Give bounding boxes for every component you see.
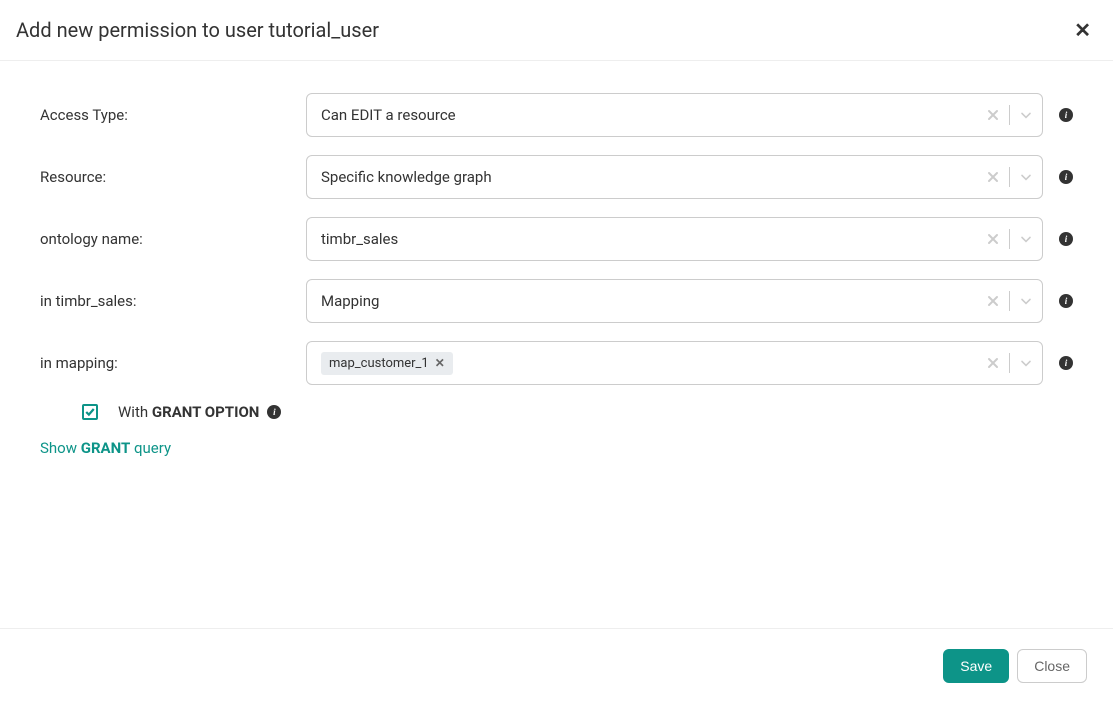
select-controls (985, 353, 1034, 373)
label-ontology-name: ontology name: (40, 230, 290, 248)
info-icon[interactable]: i (267, 405, 281, 419)
row-ontology-name: ontology name: timbr_sales i (40, 217, 1073, 261)
show-query-prefix: Show (40, 439, 81, 457)
select-in-ontology[interactable]: Mapping (306, 279, 1043, 323)
grant-prefix: With (118, 403, 152, 421)
info-icon[interactable]: i (1059, 294, 1073, 308)
grant-option-row: With GRANT OPTION i (40, 403, 1073, 421)
modal-header: Add new permission to user tutorial_user… (0, 0, 1113, 61)
row-access-type: Access Type: Can EDIT a resource i (40, 93, 1073, 137)
separator (1009, 105, 1010, 125)
modal-footer: Save Close (0, 628, 1113, 703)
modal-body: Access Type: Can EDIT a resource i Resou… (0, 61, 1113, 628)
tag-remove-icon[interactable]: ✕ (435, 356, 445, 370)
grant-bold: GRANT OPTION (152, 403, 260, 421)
separator (1009, 353, 1010, 373)
separator (1009, 229, 1010, 249)
info-icon[interactable]: i (1059, 108, 1073, 122)
select-value: timbr_sales (321, 230, 985, 248)
select-resource[interactable]: Specific knowledge graph (306, 155, 1043, 199)
row-resource: Resource: Specific knowledge graph i (40, 155, 1073, 199)
clear-icon[interactable] (985, 293, 1001, 309)
mapping-tag: map_customer_1 ✕ (321, 352, 453, 375)
clear-icon[interactable] (985, 231, 1001, 247)
tags-area: map_customer_1 ✕ (321, 352, 985, 375)
select-controls (985, 291, 1034, 311)
separator (1009, 167, 1010, 187)
clear-icon[interactable] (985, 107, 1001, 123)
info-icon[interactable]: i (1059, 170, 1073, 184)
clear-icon[interactable] (985, 355, 1001, 371)
show-query-suffix: query (130, 439, 171, 457)
select-value: Mapping (321, 292, 985, 310)
info-icon[interactable]: i (1059, 356, 1073, 370)
chevron-down-icon[interactable] (1018, 107, 1034, 123)
select-ontology-name[interactable]: timbr_sales (306, 217, 1043, 261)
select-access-type[interactable]: Can EDIT a resource (306, 93, 1043, 137)
info-icon[interactable]: i (1059, 232, 1073, 246)
label-in-ontology: in timbr_sales: (40, 292, 290, 310)
select-controls (985, 105, 1034, 125)
separator (1009, 291, 1010, 311)
row-in-ontology: in timbr_sales: Mapping i (40, 279, 1073, 323)
show-query-bold: GRANT (81, 439, 131, 457)
label-access-type: Access Type: (40, 106, 290, 124)
select-value: Can EDIT a resource (321, 106, 985, 124)
modal-title: Add new permission to user tutorial_user (16, 18, 379, 42)
chevron-down-icon[interactable] (1018, 355, 1034, 371)
save-button[interactable]: Save (943, 649, 1009, 683)
close-button[interactable]: Close (1017, 649, 1087, 683)
label-in-mapping: in mapping: (40, 354, 290, 372)
select-controls (985, 167, 1034, 187)
chevron-down-icon[interactable] (1018, 169, 1034, 185)
grant-option-checkbox[interactable] (82, 404, 98, 420)
select-in-mapping[interactable]: map_customer_1 ✕ (306, 341, 1043, 385)
grant-option-label: With GRANT OPTION i (118, 403, 281, 421)
close-icon[interactable]: ✕ (1074, 20, 1091, 40)
chevron-down-icon[interactable] (1018, 293, 1034, 309)
clear-icon[interactable] (985, 169, 1001, 185)
permission-modal: Add new permission to user tutorial_user… (0, 0, 1113, 703)
label-resource: Resource: (40, 168, 290, 186)
select-controls (985, 229, 1034, 249)
select-value: Specific knowledge graph (321, 168, 985, 186)
show-grant-query-link[interactable]: Show GRANT query (40, 439, 1073, 457)
tag-label: map_customer_1 (329, 356, 429, 371)
row-in-mapping: in mapping: map_customer_1 ✕ (40, 341, 1073, 385)
chevron-down-icon[interactable] (1018, 231, 1034, 247)
